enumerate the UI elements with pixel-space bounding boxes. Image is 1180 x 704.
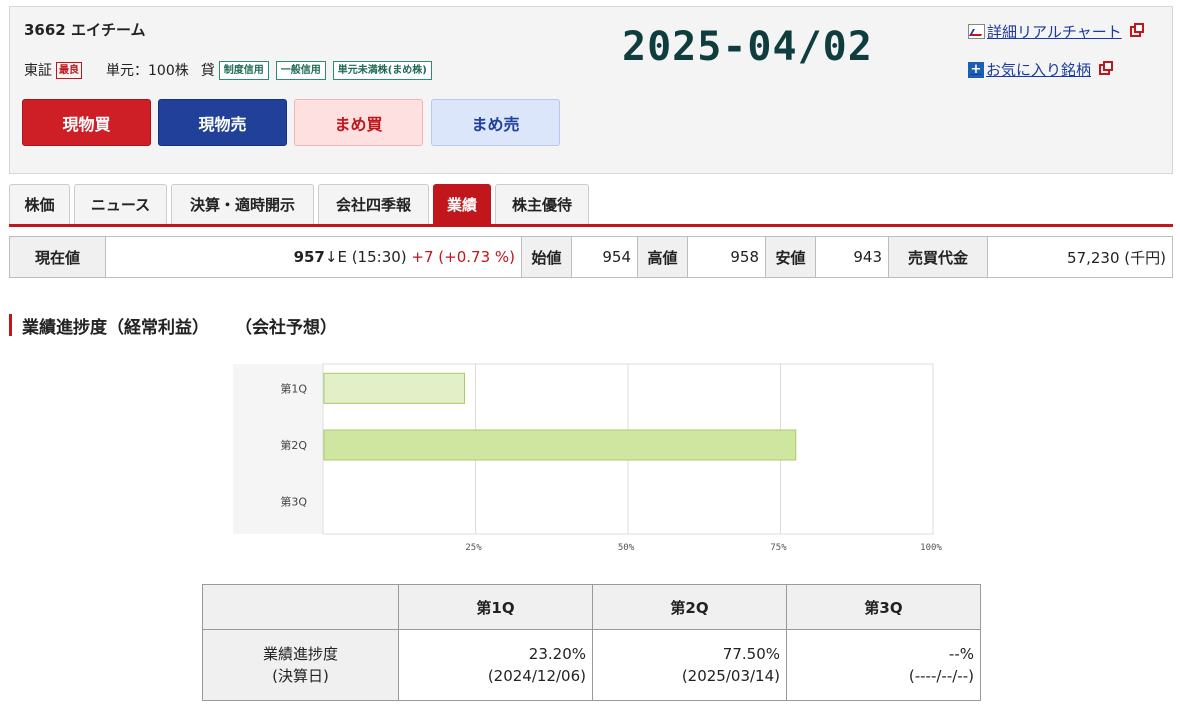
date-display: 2025-04/02 (622, 24, 873, 70)
kashi-label: 貸 (200, 63, 215, 79)
chart-icon (968, 24, 985, 39)
current-price: 957 (293, 248, 325, 266)
stock-info-row: 東証 最良 単元：100株 貸 制度信用 一般信用 単元未満株(まめ株) (24, 59, 439, 81)
progress-date-q3: (----/--/--) (908, 667, 974, 685)
high-label: 高値 (637, 236, 688, 278)
chart-bar (323, 429, 797, 461)
favorite-link[interactable]: + お気に入り銘柄 (968, 59, 1114, 80)
stock-header-panel: 3662 エイチーム 東証 最良 単元：100株 貸 制度信用 一般信用 単元未… (9, 6, 1173, 174)
chart-bar (323, 372, 466, 404)
tab-disclosure[interactable]: 決算・適時開示 (171, 184, 314, 224)
quote-table: 現在値 957↓E (15:30) +7 (+0.73 %) 始値 954 高値… (9, 236, 1173, 278)
progress-header-q2: 第2Q (592, 584, 787, 630)
realtime-chart-link[interactable]: 詳細リアルチャート (968, 21, 1144, 42)
price-arrow: ↓E (324, 248, 347, 266)
chart-category-label: 第1Q (280, 381, 307, 395)
tab-divider (9, 224, 1173, 227)
progress-header-empty (202, 584, 399, 630)
progress-value-q2: 77.50% (722, 645, 780, 663)
tag-odd-lot: 単元未満株(まめ株) (332, 60, 432, 80)
external-window-icon (1099, 61, 1114, 75)
progress-cell-q3: --% (----/--/--) (786, 629, 981, 701)
progress-value-q3: --% (948, 645, 974, 663)
tab-results[interactable]: 業績 (433, 184, 491, 224)
spot-sell-button[interactable]: 現物売 (158, 99, 287, 146)
mame-buy-button[interactable]: まめ買 (294, 99, 423, 146)
stock-tabs: 株価 ニュース 決算・適時開示 会社四季報 業績 株主優待 (9, 184, 593, 224)
turnover-value: 57,230 (千円) (987, 236, 1173, 278)
mame-sell-button[interactable]: まめ売 (431, 99, 560, 146)
progress-header-q1: 第1Q (398, 584, 593, 630)
tab-shikiho[interactable]: 会社四季報 (318, 184, 429, 224)
progress-table: 第1Q 第2Q 第3Q 業績進捗度 (決算日) 23.20% (2024/12/… (202, 584, 981, 701)
section-title-main: 業績進捗度（経常利益） (22, 317, 209, 338)
progress-row-label-main: 業績進捗度 (262, 645, 338, 663)
tab-benefits[interactable]: 株主優待 (495, 184, 589, 224)
section-title: 業績進捗度（経常利益） （会社予想） (9, 314, 337, 338)
realtime-chart-link-label: 詳細リアルチャート (987, 23, 1122, 41)
market-label: 東証 (24, 63, 52, 79)
chart-x-tick-label: 100% (920, 543, 942, 553)
low-value: 943 (815, 236, 889, 278)
price-time: (15:30) (351, 248, 407, 266)
external-window-icon (1129, 23, 1144, 37)
progress-row-label-sub: (決算日) (272, 667, 329, 685)
progress-bar-chart: 第1Q 第2Q 第3Q 25% 50% 75% 100% (233, 363, 942, 553)
tab-price[interactable]: 株価 (9, 184, 70, 224)
spot-buy-button[interactable]: 現物買 (22, 99, 151, 146)
progress-date-q2: (2025/03/14) (681, 667, 780, 685)
section-title-sub: （会社予想） (235, 317, 337, 338)
chart-category-label: 第3Q (280, 495, 307, 509)
stock-title: 3662 エイチーム (24, 21, 146, 39)
tab-news[interactable]: ニュース (74, 184, 167, 224)
turnover-label: 売買代金 (888, 236, 988, 278)
progress-cell-q1: 23.20% (2024/12/06) (398, 629, 593, 701)
open-value: 954 (571, 236, 638, 278)
progress-header-q3: 第3Q (786, 584, 981, 630)
unit-label: 単元：100株 (106, 63, 189, 79)
low-label: 安値 (765, 236, 816, 278)
progress-row-label: 業績進捗度 (決算日) (202, 629, 399, 701)
tag-margin-general: 一般信用 (275, 60, 326, 80)
progress-date-q1: (2024/12/06) (487, 667, 586, 685)
chart-x-tick-label: 75% (770, 543, 787, 553)
chart-x-tick-label: 25% (465, 543, 482, 553)
chart-category-label: 第2Q (280, 438, 307, 452)
plus-icon: + (968, 61, 984, 78)
current-price-cell: 957↓E (15:30) +7 (+0.73 %) (105, 236, 522, 278)
price-change: +7 (+0.73 %) (411, 248, 515, 266)
favorite-link-label: お気に入り銘柄 (986, 61, 1092, 79)
progress-value-q1: 23.20% (528, 645, 586, 663)
open-label: 始値 (521, 236, 572, 278)
high-value: 958 (687, 236, 766, 278)
best-badge: 最良 (56, 61, 82, 79)
progress-cell-q2: 77.50% (2025/03/14) (592, 629, 787, 701)
tag-margin-system: 制度信用 (218, 60, 269, 80)
chart-x-tick-label: 50% (618, 543, 635, 553)
current-price-label: 現在値 (9, 236, 106, 278)
